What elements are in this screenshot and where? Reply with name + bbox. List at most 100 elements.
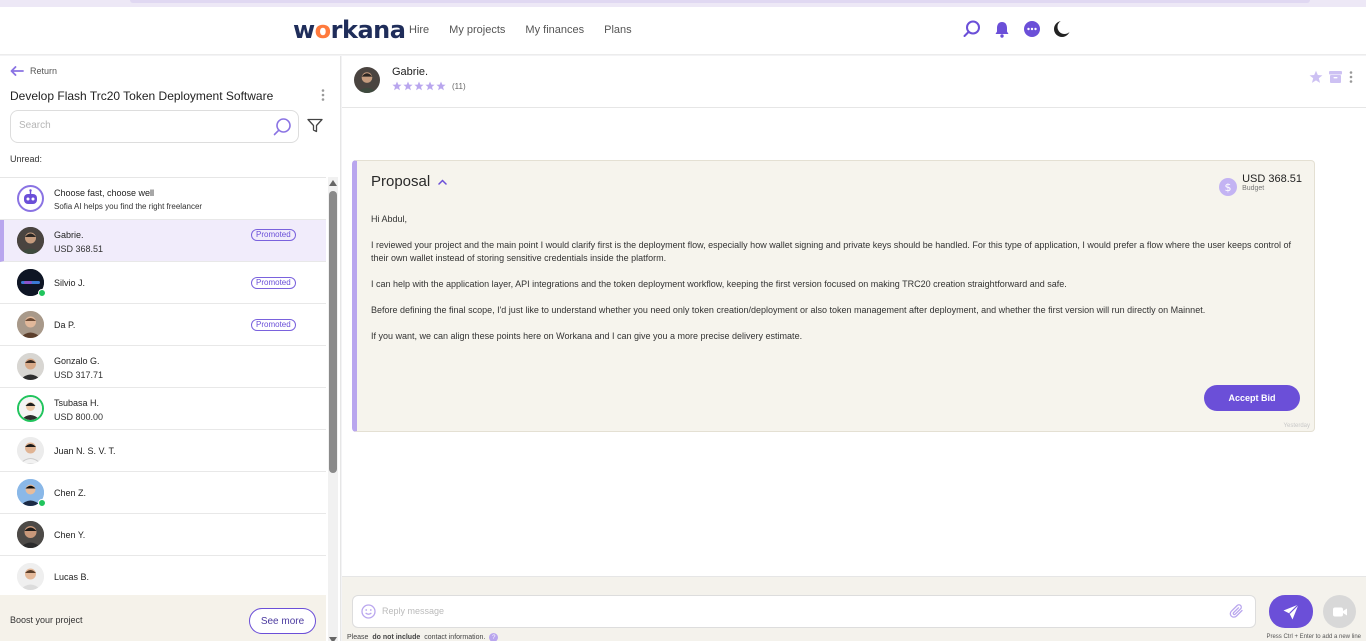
reply-box (352, 595, 1256, 628)
star-icon (425, 81, 435, 91)
help-icon[interactable]: ? (489, 633, 499, 641)
video-camera-icon (1332, 607, 1347, 616)
chat-panel: Gabrie. (11) Proposal $ USD 368.51 Budge… (342, 56, 1366, 641)
conversation-item-gabrie[interactable]: Gabrie. USD 368.51 Promoted (0, 220, 326, 262)
bid-amount: USD 368.51 (54, 244, 104, 254)
bell-icon[interactable] (992, 19, 1012, 39)
workana-logo[interactable]: workana (293, 16, 406, 44)
app-header: workana Hire My projects My finances Pla… (0, 7, 1366, 55)
avatar (17, 395, 44, 422)
return-link[interactable]: Return (10, 66, 57, 76)
freelancer-name: Chen Z. (54, 488, 87, 498)
star-icon (392, 81, 402, 91)
project-title: Develop Flash Trc20 Token Deployment Sof… (10, 89, 274, 103)
arrow-left-icon (10, 66, 24, 76)
unread-label: Unread: (10, 154, 43, 164)
search-input[interactable] (19, 120, 259, 131)
accept-bid-button[interactable]: Accept Bid (1204, 385, 1300, 411)
freelancer-name: Gonzalo G. (54, 356, 100, 366)
see-more-button[interactable]: See more (249, 608, 316, 634)
conversations-sidebar: Return Develop Flash Trc20 Token Deploym… (0, 56, 341, 641)
conversation-item-tsubasa[interactable]: Tsubasa H. USD 800.00 (0, 388, 326, 430)
freelancer-name: Silvio J. (54, 278, 86, 288)
budget-amount: USD 368.51 (1242, 173, 1302, 185)
top-strip (0, 0, 1366, 7)
more-options-icon[interactable] (1348, 70, 1354, 84)
reply-input[interactable] (382, 606, 1202, 616)
attach-icon[interactable] (1229, 604, 1245, 624)
chat-actions (1309, 70, 1354, 84)
avatar[interactable] (354, 67, 380, 93)
proposal-paragraph: If you want, we can align these points h… (371, 331, 803, 341)
nav-my-finances[interactable]: My finances (525, 24, 584, 36)
avatar (17, 521, 44, 548)
budget-block: $ USD 368.51 Budget (1218, 173, 1302, 197)
budget-label: Budget (1242, 185, 1265, 192)
avatar (17, 353, 44, 380)
conversation-item-da[interactable]: Da P. Promoted (0, 304, 326, 346)
proposal-card: Proposal $ USD 368.51 Budget Hi Abdul, I… (352, 160, 1315, 432)
video-call-button[interactable] (1323, 595, 1356, 628)
contact-info-note: Please do not include contact informatio… (347, 633, 499, 641)
dollar-icon: $ (1219, 178, 1238, 196)
online-indicator (38, 289, 46, 297)
proposal-paragraph: I can help with the application layer, A… (371, 279, 1067, 289)
freelancer-name: Gabrie. (54, 230, 84, 240)
list-scrollbar[interactable] (328, 177, 338, 641)
ai-item-title: Choose fast, choose well (54, 188, 155, 198)
conversation-item-lucas[interactable]: Lucas B. (0, 556, 326, 595)
nav-my-projects[interactable]: My projects (449, 24, 505, 36)
star-icon (403, 81, 413, 91)
note-suffix: contact information. (424, 634, 486, 641)
chat-icon[interactable] (1022, 19, 1042, 39)
avatar (17, 437, 44, 464)
svg-text:$: $ (1225, 181, 1232, 194)
avatar (17, 311, 44, 338)
freelancer-name: Chen Y. (54, 530, 86, 540)
nav-hire[interactable]: Hire (409, 24, 429, 36)
conversation-item-gonzalo[interactable]: Gonzalo G. USD 317.71 (0, 346, 326, 388)
star-favorite-icon[interactable] (1309, 70, 1323, 84)
scrollbar-thumb[interactable] (329, 191, 337, 473)
conversation-item-silvio[interactable]: Silvio J. Promoted (0, 262, 326, 304)
search-box (10, 110, 299, 143)
bid-amount: USD 800.00 (54, 412, 104, 422)
search-icon[interactable] (272, 117, 292, 142)
chat-freelancer-name[interactable]: Gabrie. (392, 66, 428, 78)
proposal-header[interactable]: Proposal (371, 173, 447, 190)
return-label: Return (30, 66, 58, 76)
send-icon (1283, 603, 1299, 619)
scroll-down-icon[interactable] (329, 637, 337, 641)
conversation-item-juan[interactable]: Juan N. S. V. T. (0, 430, 326, 472)
conversation-list: Choose fast, choose well Sofia AI helps … (0, 177, 326, 595)
star-icon (436, 81, 446, 91)
freelancer-name: Juan N. S. V. T. (54, 446, 116, 456)
filter-icon[interactable] (307, 118, 323, 138)
chevron-up-icon[interactable] (438, 178, 447, 185)
boost-label: Boost your project (10, 615, 83, 625)
freelancer-name: Da P. (54, 320, 76, 330)
user-avatar-icon[interactable] (1052, 19, 1072, 39)
boost-panel: Boost your project See more (0, 595, 326, 641)
promoted-badge: Promoted (251, 277, 296, 289)
proposal-paragraph: Before defining the final scope, I'd jus… (371, 305, 1206, 315)
proposal-title: Proposal (371, 173, 431, 190)
archive-icon[interactable] (1328, 70, 1343, 84)
search-icon[interactable] (962, 19, 982, 39)
main-nav: Hire My projects My finances Plans (409, 24, 632, 36)
note-bold: do not include (372, 634, 421, 641)
send-button[interactable] (1269, 595, 1313, 628)
emoji-icon[interactable] (361, 604, 376, 624)
bid-amount: USD 317.71 (54, 370, 104, 380)
sofia-ai-item[interactable]: Choose fast, choose well Sofia AI helps … (0, 178, 326, 220)
nav-plans[interactable]: Plans (604, 24, 632, 36)
conversation-item-chen-z[interactable]: Chen Z. (0, 472, 326, 514)
rating-stars: (11) (392, 81, 466, 91)
proposal-paragraph: Hi Abdul, (371, 214, 408, 224)
freelancer-name: Tsubasa H. (54, 398, 100, 408)
online-indicator (38, 499, 46, 507)
avatar (17, 227, 44, 254)
conversation-item-chen-y[interactable]: Chen Y. (0, 514, 326, 556)
scroll-up-icon[interactable] (329, 180, 337, 186)
project-menu-icon[interactable] (320, 88, 326, 102)
